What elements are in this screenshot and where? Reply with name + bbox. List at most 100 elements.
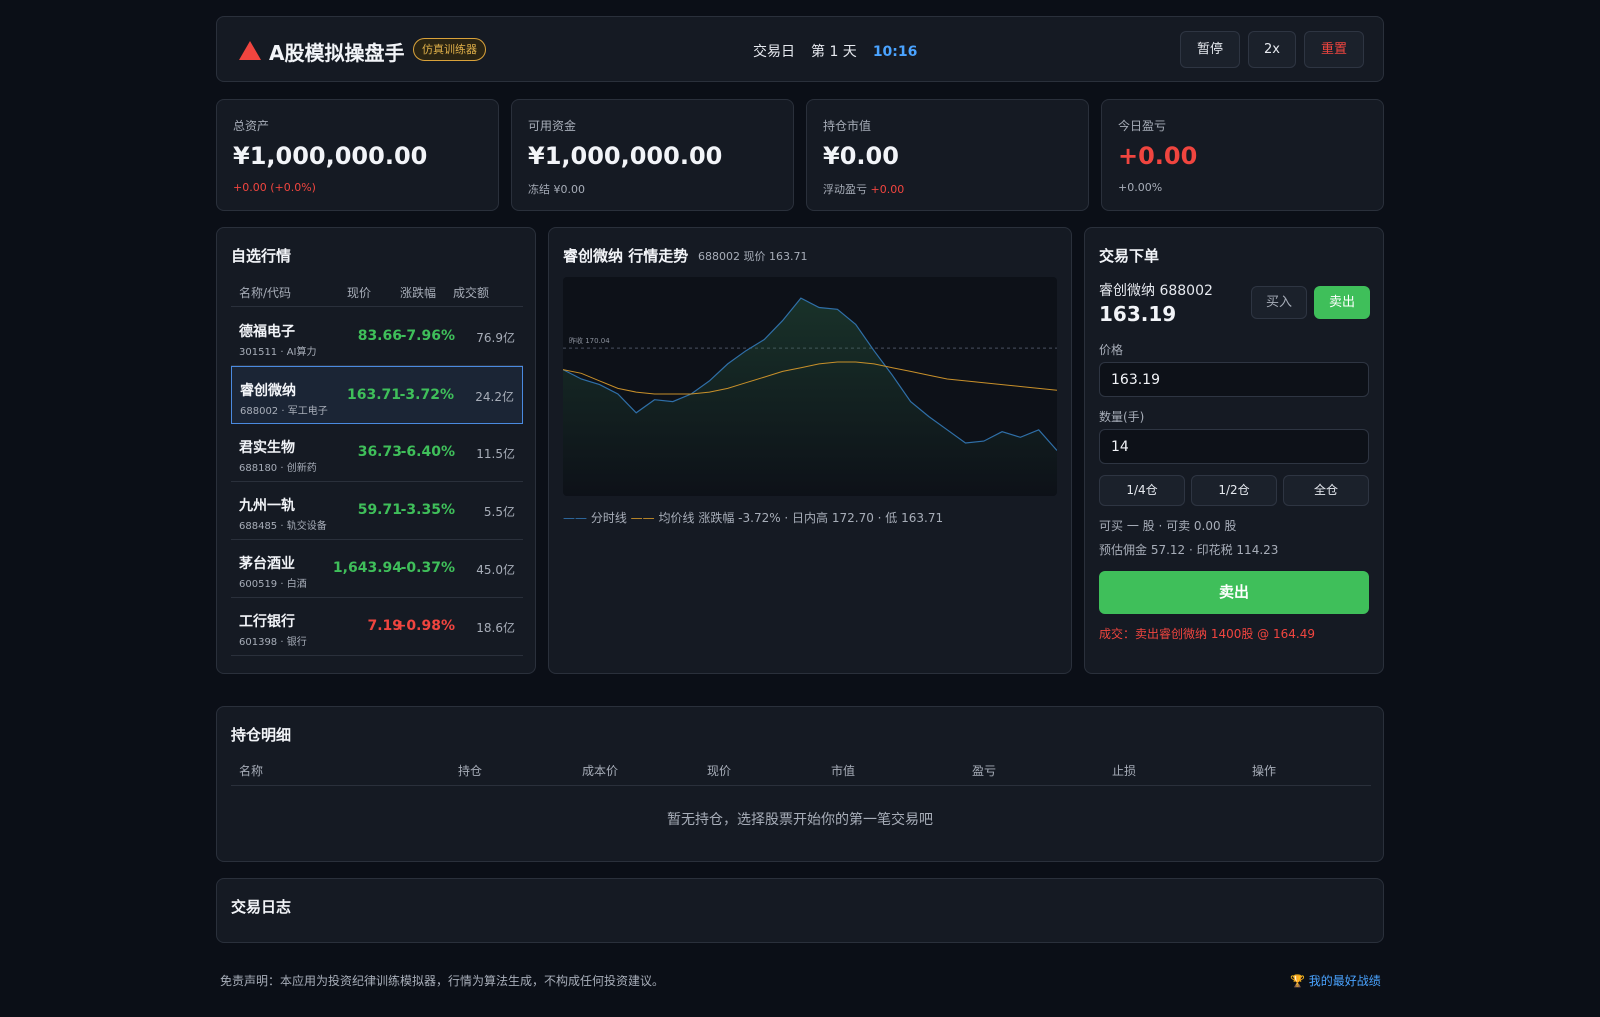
half-position-button[interactable]: 1/2仓 — [1191, 475, 1277, 506]
watchlist-row[interactable]: 睿创微纳 688002 · 军工电子 163.71 -3.72% 24.2亿 — [231, 366, 523, 424]
col-name: 名称/代码 — [239, 286, 292, 300]
col-stop-loss: 止损 — [1112, 764, 1137, 778]
stock-change: -3.35% — [400, 502, 455, 518]
col-cost: 成本价 — [582, 764, 619, 778]
available-shares: 可买 一 股 · 可卖 0.00 股 — [1099, 519, 1237, 533]
legend-minute-swatch: —— — [563, 511, 587, 525]
stock-volume: 24.2亿 — [475, 390, 514, 404]
market-clock: 10:16 — [872, 44, 918, 60]
stat-sub: 浮动盈亏 +0.00 — [823, 181, 904, 197]
app-title: A股模拟操盘手 — [269, 41, 405, 65]
top-bar: A股模拟操盘手 仿真训练器 交易日第 1 天 10:16 暂停 2x 重置 — [216, 16, 1384, 82]
stat-label: 今日盈亏 — [1118, 119, 1167, 133]
stat-sub: +0.00 (+0.0%) — [233, 181, 316, 194]
stat-value: ¥1,000,000.00 — [233, 142, 428, 170]
stock-volume: 18.6亿 — [476, 621, 515, 635]
positions-header: 名称 持仓 成本价 现价 市值 盈亏 止损 操作 — [231, 762, 1371, 786]
floating-pnl-label: 浮动盈亏 — [823, 183, 871, 196]
col-name: 名称 — [239, 764, 264, 778]
col-action: 操作 — [1252, 764, 1277, 778]
fee-estimate: 预估佣金 57.12 · 印花税 114.23 — [1099, 543, 1279, 557]
positions-panel: 持仓明细 名称 持仓 成本价 现价 市值 盈亏 止损 操作 暂无持仓，选择股票开… — [216, 706, 1384, 862]
prev-close-label: 昨收 170.04 — [569, 336, 610, 345]
positions-empty-message: 暂无持仓，选择股票开始你的第一笔交易吧 — [667, 812, 933, 828]
stock-change: +0.98% — [394, 618, 455, 634]
watchlist-row[interactable]: 茅台酒业 600519 · 白酒 1,643.94 -0.37% 45.0亿 — [231, 540, 523, 598]
chart-legend: —— 分时线 —— 均价线 涨跌幅 -3.72% · 日内高 172.70 · … — [563, 509, 943, 526]
stock-change: -0.37% — [400, 560, 455, 576]
order-stock: 睿创微纳 688002 — [1099, 283, 1213, 299]
stock-change: -6.40% — [400, 444, 455, 460]
sell-tab[interactable]: 卖出 — [1314, 286, 1370, 319]
col-volume: 成交额 — [453, 286, 490, 300]
minute-area-fill — [563, 298, 1057, 496]
watchlist-row[interactable]: 德福电子 301511 · AI算力 83.66 -7.96% 76.9亿 — [231, 308, 523, 366]
legend-avg: 均价线 — [658, 511, 695, 525]
stock-code: 688180 · 创新药 — [239, 463, 317, 474]
stat-sub: 冻结 ¥0.00 — [528, 183, 585, 196]
reset-button[interactable]: 重置 — [1304, 31, 1364, 68]
positions-title: 持仓明细 — [231, 726, 292, 744]
col-change: 涨跌幅 — [400, 286, 437, 300]
order-current-price: 163.19 — [1099, 302, 1177, 326]
price-input[interactable] — [1099, 362, 1369, 397]
day-counter: 第 1 天 — [811, 44, 857, 60]
quarter-position-button[interactable]: 1/4仓 — [1099, 475, 1185, 506]
price-label: 价格 — [1099, 343, 1124, 357]
buy-tab[interactable]: 买入 — [1251, 286, 1307, 319]
stock-name: 君实生物 — [239, 440, 295, 456]
best-record-link[interactable]: 🏆 我的最好战绩 — [1290, 972, 1381, 989]
submit-sell-button[interactable]: 卖出 — [1099, 571, 1369, 614]
stat-available-cash: 可用资金 ¥1,000,000.00 冻结 ¥0.00 — [511, 99, 794, 211]
stock-code: 600519 · 白酒 — [239, 579, 307, 590]
stat-today-pnl: 今日盈亏 +0.00 +0.00% — [1101, 99, 1384, 211]
intraday-chart[interactable]: 昨收 170.04 — [562, 277, 1058, 496]
stock-name: 睿创微纳 — [240, 383, 296, 399]
watchlist-row[interactable]: 九州一轨 688485 · 轨交设备 59.71 -3.35% 5.5亿 — [231, 482, 523, 540]
legend-minute: 分时线 — [590, 511, 627, 525]
pause-button[interactable]: 暂停 — [1180, 31, 1240, 68]
stock-name: 九州一轨 — [239, 498, 295, 514]
trade-day-label: 交易日 — [753, 44, 795, 60]
full-position-button[interactable]: 全仓 — [1283, 475, 1369, 506]
stat-position-value: 持仓市值 ¥0.00 浮动盈亏 +0.00 — [806, 99, 1089, 211]
stock-code: 601398 · 银行 — [239, 637, 307, 648]
order-panel: 交易下单 睿创微纳 688002 163.19 买入 卖出 价格 数量(手) 1… — [1084, 227, 1384, 674]
chart-title: 睿创微纳 行情走势 — [563, 247, 689, 265]
chart-panel: 睿创微纳 行情走势 688002 现价 163.71 昨收 170.04 —— … — [548, 227, 1072, 674]
stock-price: 163.71 — [346, 387, 401, 403]
stock-change: -3.72% — [399, 387, 454, 403]
legend-stats: 涨跌幅 -3.72% · 日内高 172.70 · 低 163.71 — [698, 511, 944, 525]
trade-log-panel: 交易日志 — [216, 878, 1384, 943]
quantity-input[interactable] — [1099, 429, 1369, 464]
stock-volume: 76.9亿 — [476, 331, 515, 345]
stock-name: 工行银行 — [239, 614, 295, 630]
stock-name: 德福电子 — [239, 324, 295, 340]
stat-value: +0.00 — [1118, 142, 1198, 170]
col-price: 现价 — [707, 764, 732, 778]
stat-total-assets: 总资产 ¥1,000,000.00 +0.00 (+0.0%) — [216, 99, 499, 211]
watchlist-row[interactable]: 工行银行 601398 · 银行 7.19 +0.98% 18.6亿 — [231, 598, 523, 656]
disclaimer: 免责声明：本应用为投资纪律训练模拟器，行情为算法生成，不构成任何投资建议。 — [220, 974, 665, 988]
execution-message: 成交：卖出睿创微纳 1400股 @ 164.49 — [1099, 627, 1315, 641]
order-title: 交易下单 — [1099, 247, 1160, 265]
legend-avg-swatch: —— — [630, 511, 655, 525]
watchlist-row[interactable]: 君实生物 688180 · 创新药 36.73 -6.40% 11.5亿 — [231, 424, 523, 482]
stock-price: 36.73 — [357, 444, 402, 460]
stat-value: ¥0.00 — [823, 142, 899, 170]
stat-label: 总资产 — [233, 119, 270, 133]
stock-code: 688002 · 军工电子 — [240, 406, 328, 417]
watchlist-header: 名称/代码 现价 涨跌幅 成交额 — [231, 284, 523, 307]
stat-label: 持仓市值 — [823, 119, 872, 133]
col-market-value: 市值 — [831, 764, 856, 778]
stock-price: 83.66 — [357, 328, 402, 344]
intraday-chart-svg: 昨收 170.04 — [562, 297, 1058, 496]
watchlist-panel: 自选行情 名称/代码 现价 涨跌幅 成交额 德福电子 301511 · AI算力 8… — [216, 227, 536, 674]
stat-sub: +0.00% — [1118, 181, 1163, 194]
trading-day-info: 交易日第 1 天 10:16 — [753, 41, 917, 61]
stock-code: 688485 · 轨交设备 — [239, 521, 327, 532]
logo-icon — [239, 41, 261, 60]
chart-meta: 688002 现价 163.71 — [698, 250, 808, 263]
watchlist-title: 自选行情 — [231, 247, 292, 265]
speed-button[interactable]: 2x — [1248, 31, 1296, 68]
